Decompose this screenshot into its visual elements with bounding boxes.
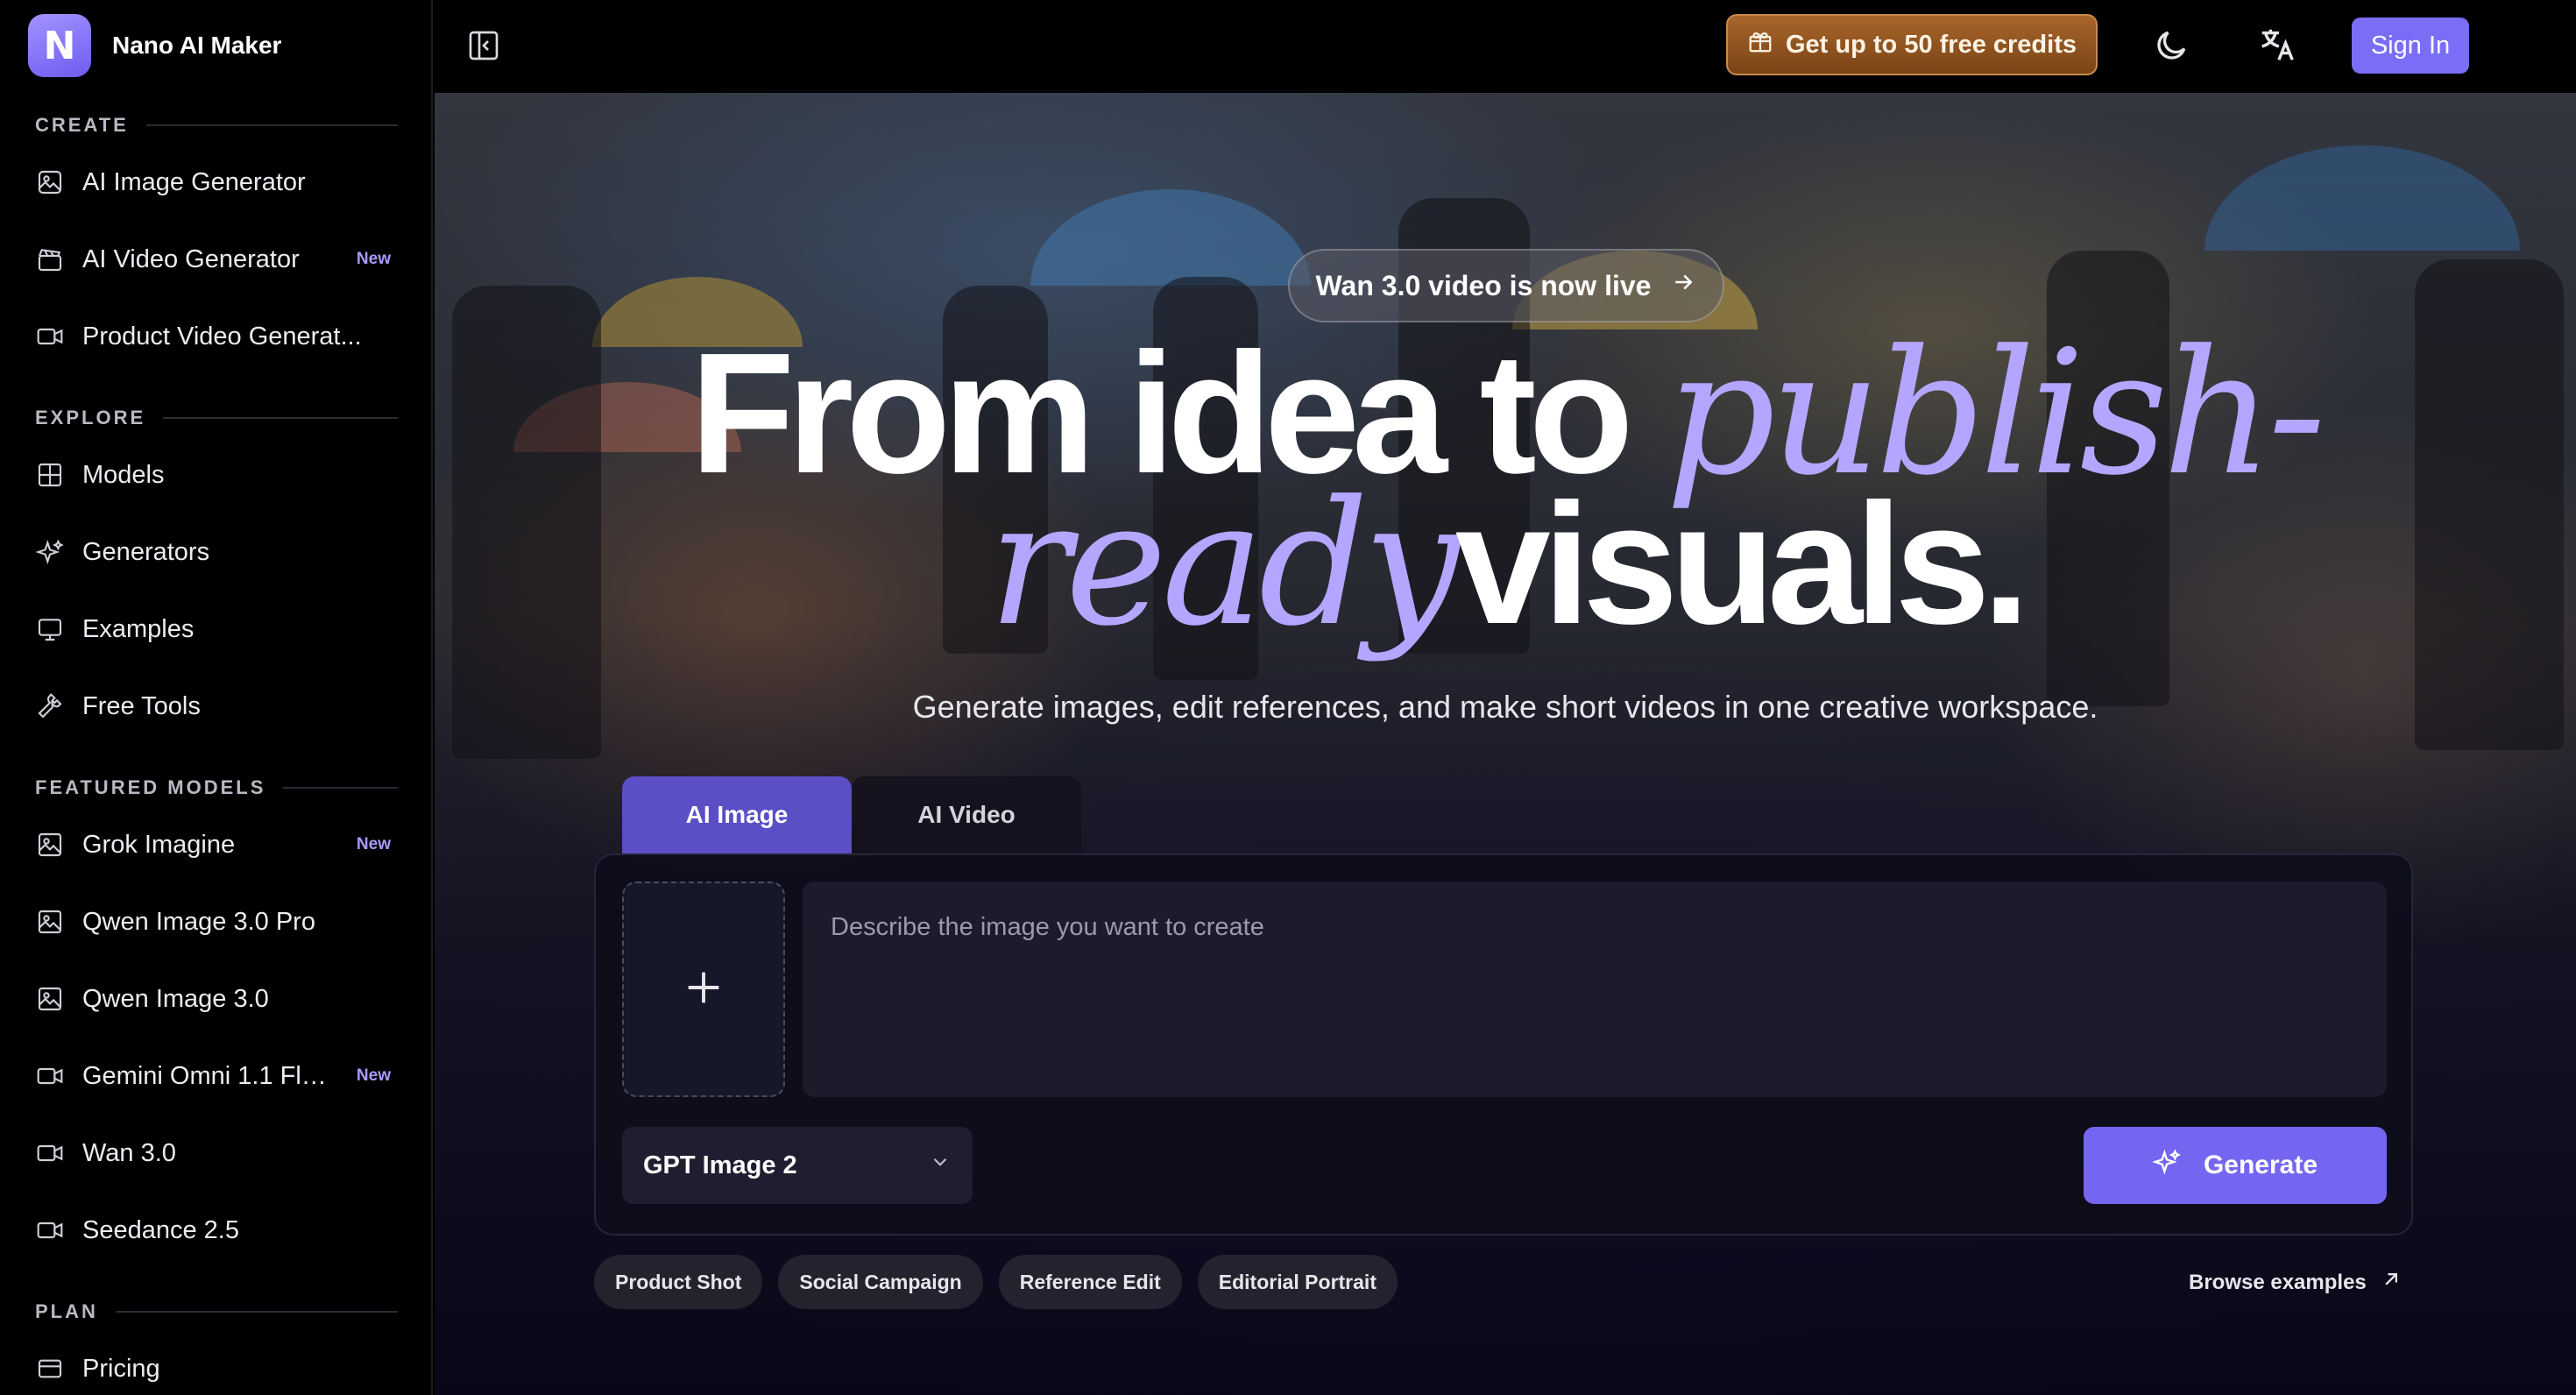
sidebar-item-qwen-image-3-pro[interactable]: Qwen Image 3.0 Pro: [35, 896, 398, 948]
sidebar-item-label: Qwen Image 3.0 Pro: [82, 907, 315, 936]
chip-editorial-portrait[interactable]: Editorial Portrait: [1197, 1255, 1398, 1309]
sidebar-item-label: Grok Imagine: [82, 830, 236, 859]
section-title: PLAN: [35, 1300, 98, 1322]
free-credits-button[interactable]: Get up to 50 free credits: [1726, 14, 2098, 75]
sidebar-item-label: AI Image Generator: [82, 167, 306, 196]
video-camera-icon: [35, 1215, 65, 1245]
section-title: FEATURED MODELS: [35, 776, 266, 798]
sidebar-item-generators[interactable]: Generators: [35, 526, 398, 578]
wrench-icon: [35, 691, 65, 721]
brand-name: Nano AI Maker: [112, 32, 282, 59]
hero-section: Wan 3.0 video is now live From idea to p…: [435, 93, 2576, 1395]
sidebar-item-label: AI Video Generator: [82, 244, 300, 273]
sidebar-item-product-video-generator[interactable]: Product Video Generat...: [35, 310, 398, 363]
brand-logo: N: [28, 14, 91, 77]
announcement-pill[interactable]: Wan 3.0 video is now live: [1288, 249, 1724, 322]
sidebar-item-label: Qwen Image 3.0: [82, 984, 269, 1013]
sidebar-item-label: Seedance 2.5: [82, 1215, 239, 1244]
new-badge: New: [356, 250, 391, 268]
browse-label: Browse examples: [2189, 1270, 2367, 1294]
section-title: EXPLORE: [35, 407, 146, 428]
plus-icon: [681, 965, 726, 1015]
sidebar-item-ai-image-generator[interactable]: AI Image Generator: [35, 156, 398, 209]
prompt-chips: Product Shot Social Campaign Reference E…: [594, 1255, 1398, 1309]
sign-in-button[interactable]: Sign In: [2352, 18, 2469, 74]
sidebar-item-seedance-2-5[interactable]: Seedance 2.5: [35, 1204, 398, 1257]
translate-icon[interactable]: [2257, 25, 2297, 65]
sidebar-item-free-tools[interactable]: Free Tools: [35, 680, 398, 733]
sidebar-item-label: Wan 3.0: [82, 1138, 176, 1167]
sidebar-item-label: Examples: [82, 614, 195, 643]
sidebar-item-gemini-omni[interactable]: Gemini Omni 1.1 Fla... New: [35, 1050, 398, 1102]
sparkles-icon: [35, 537, 65, 567]
grid-icon: [35, 460, 65, 490]
chip-social-campaign[interactable]: Social Campaign: [778, 1255, 983, 1309]
sidebar-item-qwen-image-3[interactable]: Qwen Image 3.0: [35, 973, 398, 1025]
sidebar-item-label: Pricing: [82, 1354, 160, 1383]
sidebar-item-examples[interactable]: Examples: [35, 603, 398, 655]
generate-label: Generate: [2203, 1151, 2318, 1179]
sidebar-item-label: Free Tools: [82, 691, 201, 720]
image-icon: [35, 907, 65, 937]
sidebar: N Nano AI Maker CREATE AI Image Generato…: [0, 0, 433, 1395]
headline-accent: ready: [988, 464, 1461, 664]
sidebar-toggle-icon[interactable]: [466, 28, 501, 63]
new-badge: New: [356, 835, 391, 853]
sidebar-item-pricing[interactable]: Pricing: [35, 1342, 398, 1395]
image-icon: [35, 830, 65, 860]
generate-button[interactable]: Generate: [2084, 1127, 2387, 1204]
sidebar-item-label: Generators: [82, 537, 210, 566]
model-select[interactable]: GPT Image 2: [622, 1127, 973, 1204]
sidebar-item-label: Product Video Generat...: [82, 322, 362, 351]
sidebar-item-ai-video-generator[interactable]: AI Video Generator New: [35, 233, 398, 286]
hero-content: Wan 3.0 video is now live From idea to p…: [435, 93, 2576, 1395]
sparkles-icon: [2151, 1148, 2181, 1183]
new-badge: New: [356, 1066, 391, 1085]
section-featured-models: FEATURED MODELS: [35, 776, 398, 799]
chevron-down-icon: [929, 1151, 952, 1180]
gift-icon: [1747, 28, 1773, 61]
video-camera-icon: [35, 322, 65, 351]
chip-reference-edit[interactable]: Reference Edit: [998, 1255, 1182, 1309]
model-select-value: GPT Image 2: [643, 1151, 797, 1179]
video-camera-icon: [35, 1061, 65, 1091]
top-bar: Get up to 50 free credits Sign In: [435, 0, 2576, 93]
dark-mode-icon[interactable]: [2152, 26, 2190, 65]
headline-line-2: readyvisuals.: [435, 478, 2576, 651]
monitor-icon: [35, 614, 65, 644]
announcement-text: Wan 3.0 video is now live: [1315, 269, 1652, 301]
section-create: CREATE: [35, 114, 398, 137]
tab-ai-image[interactable]: AI Image: [622, 776, 852, 853]
sidebar-item-wan-3[interactable]: Wan 3.0: [35, 1127, 398, 1179]
video-clapper-icon: [35, 244, 65, 274]
tab-ai-video[interactable]: AI Video: [852, 776, 1081, 853]
credits-label: Get up to 50 free credits: [1786, 30, 2077, 59]
section-explore: EXPLORE: [35, 407, 398, 429]
browse-examples-link[interactable]: Browse examples: [2189, 1267, 2403, 1298]
image-edit-icon: [35, 167, 65, 197]
hero-subtitle: Generate images, edit references, and ma…: [912, 689, 2098, 725]
credit-card-icon: [35, 1354, 65, 1384]
arrow-up-right-icon: [2379, 1267, 2403, 1298]
sidebar-item-label: Gemini Omni 1.1 Fla...: [82, 1061, 332, 1090]
prompt-input[interactable]: [803, 882, 2387, 1097]
section-plan: PLAN: [35, 1300, 398, 1323]
mode-tabs: AI Image AI Video: [622, 776, 1081, 853]
sidebar-item-grok-imagine[interactable]: Grok Imagine New: [35, 818, 398, 871]
arrow-right-icon: [1670, 269, 1696, 302]
section-title: CREATE: [35, 114, 129, 136]
video-camera-icon: [35, 1138, 65, 1168]
brand[interactable]: N Nano AI Maker: [28, 14, 281, 77]
sidebar-item-models[interactable]: Models: [35, 449, 398, 501]
chip-product-shot[interactable]: Product Shot: [594, 1255, 763, 1309]
sidebar-item-label: Models: [82, 460, 165, 489]
headline-text: visuals.: [1454, 468, 2030, 660]
reference-upload-button[interactable]: [622, 882, 785, 1097]
prompt-composer: GPT Image 2 Generate: [594, 853, 2413, 1236]
image-icon: [35, 984, 65, 1014]
